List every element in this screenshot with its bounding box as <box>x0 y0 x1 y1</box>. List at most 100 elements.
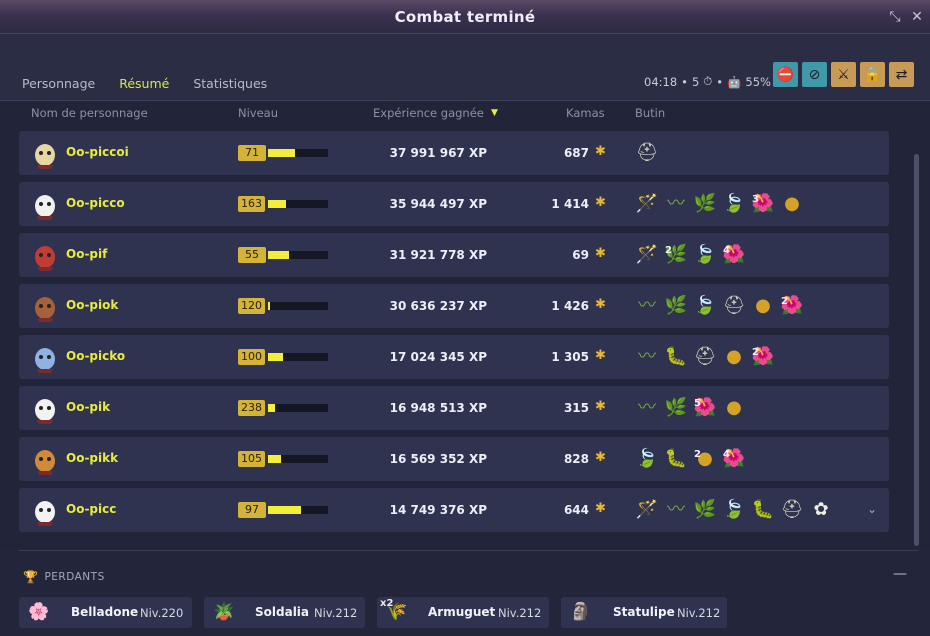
gold-orb-icon[interactable]: ● <box>721 395 747 421</box>
xp-gained: 37 991 967 XP <box>389 146 487 160</box>
tab-statistiques[interactable]: Statistiques <box>181 71 279 102</box>
player-name[interactable]: Oo-pif <box>66 247 107 261</box>
item-quantity: 2 <box>781 296 788 307</box>
player-name[interactable]: Oo-picko <box>66 349 125 363</box>
player-name[interactable]: Oo-picc <box>66 502 116 516</box>
item-quantity: 4 <box>723 245 730 256</box>
table-row[interactable]: Oo-piccoi 71 37 991 967 XP 687 ✱ ⛑ <box>19 131 889 175</box>
losers-heading: 🏆 PERDANTS <box>23 570 105 584</box>
monster-card[interactable]: 🌾 x2 Armuguet Niv.212 <box>377 597 549 628</box>
no-trade-icon[interactable]: ⇄ <box>889 62 914 87</box>
red-flower-icon[interactable]: 2 🌺 <box>750 344 776 370</box>
helmet-icon[interactable]: ⛑ <box>779 497 805 523</box>
red-flower-icon[interactable]: 5 🌺 <box>692 395 718 421</box>
leaf-pack-icon[interactable]: 🌿 <box>692 191 718 217</box>
gold-orb-icon[interactable]: ● <box>750 293 776 319</box>
player-name[interactable]: Oo-picco <box>66 196 125 210</box>
red-flower-icon[interactable]: 4 🌺 <box>721 242 747 268</box>
tab-personnage[interactable]: Personnage <box>10 71 107 102</box>
xp-gained: 16 569 352 XP <box>389 452 487 466</box>
fight-filters: ⛔ ⊘ ⚔ 🔒 ⇄ <box>773 62 914 87</box>
chevron-down-icon[interactable]: ⌄ <box>867 502 877 516</box>
loot-list: 〰 🌿 5 🌺 ● <box>634 395 747 421</box>
gold-orb-icon[interactable]: 2 ● <box>692 446 718 472</box>
helmet-icon[interactable]: ⛑ <box>692 344 718 370</box>
monster-level: Niv.212 <box>498 606 542 620</box>
monster-card[interactable]: 🗿 Statulipe Niv.212 <box>561 597 727 628</box>
loot-list: 🪄 〰 🌿 🍃 3 🌺 ● <box>634 191 805 217</box>
worm-icon[interactable]: 〰 <box>663 497 689 523</box>
scrollbar[interactable] <box>914 154 919 546</box>
monster-name: Statulipe <box>613 605 675 619</box>
green-leaf-icon[interactable]: 🍃 <box>721 191 747 217</box>
trophy-icon: 🏆 <box>23 570 39 584</box>
sort-desc-icon[interactable]: ▼ <box>491 108 498 118</box>
table-row[interactable]: Oo-piok 120 30 636 237 XP 1 426 ✱ 〰 🌿 🍃 … <box>19 284 889 328</box>
green-bug-icon[interactable]: 🐛 <box>750 497 776 523</box>
green-bug-icon[interactable]: 🐛 <box>663 446 689 472</box>
leaf-pack-icon[interactable]: 🌿 <box>692 497 718 523</box>
worm-icon[interactable]: 〰 <box>634 344 660 370</box>
table-row[interactable]: Oo-pif 55 31 921 778 XP 69 ✱ 🪄 2 🌿 🍃 4 🌺 <box>19 233 889 277</box>
worm-icon[interactable]: 〰 <box>634 395 660 421</box>
wand-icon[interactable]: 🪄 <box>634 191 660 217</box>
player-name[interactable]: Oo-piccoi <box>66 145 129 159</box>
worm-icon[interactable]: 〰 <box>634 293 660 319</box>
player-name[interactable]: Oo-pikk <box>66 451 118 465</box>
col-kamas[interactable]: Kamas <box>566 106 605 120</box>
wand-icon[interactable]: 🪄 <box>634 497 660 523</box>
table-row[interactable]: Oo-pikk 105 16 569 352 XP 828 ✱ 🍃 🐛 2 ● … <box>19 437 889 481</box>
player-name[interactable]: Oo-piok <box>66 298 118 312</box>
red-flower-icon[interactable]: 4 🌺 <box>721 446 747 472</box>
no-help-icon[interactable]: ⚔ <box>831 62 856 87</box>
level-badge: 97 <box>238 502 266 518</box>
tab-resume[interactable]: Résumé <box>107 71 182 102</box>
turn-count: 5 <box>691 74 700 89</box>
losers-label: PERDANTS <box>44 571 105 583</box>
kamas-gained: 828 <box>563 452 589 466</box>
worm-icon[interactable]: 〰 <box>663 191 689 217</box>
gold-orb-icon[interactable]: ● <box>721 344 747 370</box>
minimize-icon[interactable]: ⤡ <box>886 8 904 26</box>
monster-quantity: x2 <box>380 598 394 609</box>
collapse-icon[interactable]: — <box>893 566 907 582</box>
player-name[interactable]: Oo-pik <box>66 400 110 414</box>
helmet-icon[interactable]: ⛑ <box>721 293 747 319</box>
green-leaf-icon[interactable]: 🍃 <box>692 293 718 319</box>
lock-fight-icon[interactable]: 🔒 <box>860 62 885 87</box>
table-row[interactable]: Oo-picco 163 35 944 497 XP 1 414 ✱ 🪄 〰 🌿… <box>19 182 889 226</box>
white-flower-icon[interactable]: ✿ <box>808 497 834 523</box>
leaf-pack-icon[interactable]: 2 🌿 <box>663 242 689 268</box>
red-flower-icon[interactable]: 3 🌺 <box>750 191 776 217</box>
xp-progress-bar <box>268 404 328 412</box>
no-spectator-icon[interactable]: ⊘ <box>802 62 827 87</box>
leaf-pack-icon[interactable]: 🌿 <box>663 395 689 421</box>
separator-dot: • <box>681 74 688 89</box>
no-party-icon[interactable]: ⛔ <box>773 62 798 87</box>
xp-progress-bar <box>268 302 328 310</box>
monster-card[interactable]: 🌸 Belladone Niv.220 <box>19 597 192 628</box>
wand-icon[interactable]: 🪄 <box>634 242 660 268</box>
green-leaf-icon[interactable]: 🍃 <box>634 446 660 472</box>
leaf-pack-icon[interactable]: 🌿 <box>663 293 689 319</box>
green-leaf-icon[interactable]: 🍃 <box>692 242 718 268</box>
col-level[interactable]: Niveau <box>238 106 278 120</box>
table-row[interactable]: Oo-picko 100 17 024 345 XP 1 305 ✱ 〰 🐛 ⛑… <box>19 335 889 379</box>
xp-gained: 14 749 376 XP <box>389 503 487 517</box>
red-flower-icon[interactable]: 2 🌺 <box>779 293 805 319</box>
table-row[interactable]: Oo-pik 238 16 948 513 XP 315 ✱ 〰 🌿 5 🌺 ● <box>19 386 889 430</box>
helmet-icon[interactable]: ⛑ <box>634 140 660 166</box>
avatar <box>29 443 61 475</box>
title-bar: Combat terminé ⤡ ✕ <box>0 0 930 34</box>
gold-orb-icon[interactable]: ● <box>779 191 805 217</box>
green-leaf-icon[interactable]: 🍃 <box>721 497 747 523</box>
close-icon[interactable]: ✕ <box>908 8 926 26</box>
monster-icon: 🌸 <box>28 602 50 622</box>
monster-card[interactable]: 🪴 Soldalia Niv.212 <box>204 597 365 628</box>
col-xp[interactable]: Expérience gagnée <box>373 106 484 120</box>
avatar <box>29 290 61 322</box>
green-bug-icon[interactable]: 🐛 <box>663 344 689 370</box>
kamas-gained: 644 <box>563 503 589 517</box>
col-name[interactable]: Nom de personnage <box>31 106 148 120</box>
table-row[interactable]: Oo-picc 97 14 749 376 XP 644 ✱ 🪄 〰 🌿 🍃 🐛… <box>19 488 889 532</box>
